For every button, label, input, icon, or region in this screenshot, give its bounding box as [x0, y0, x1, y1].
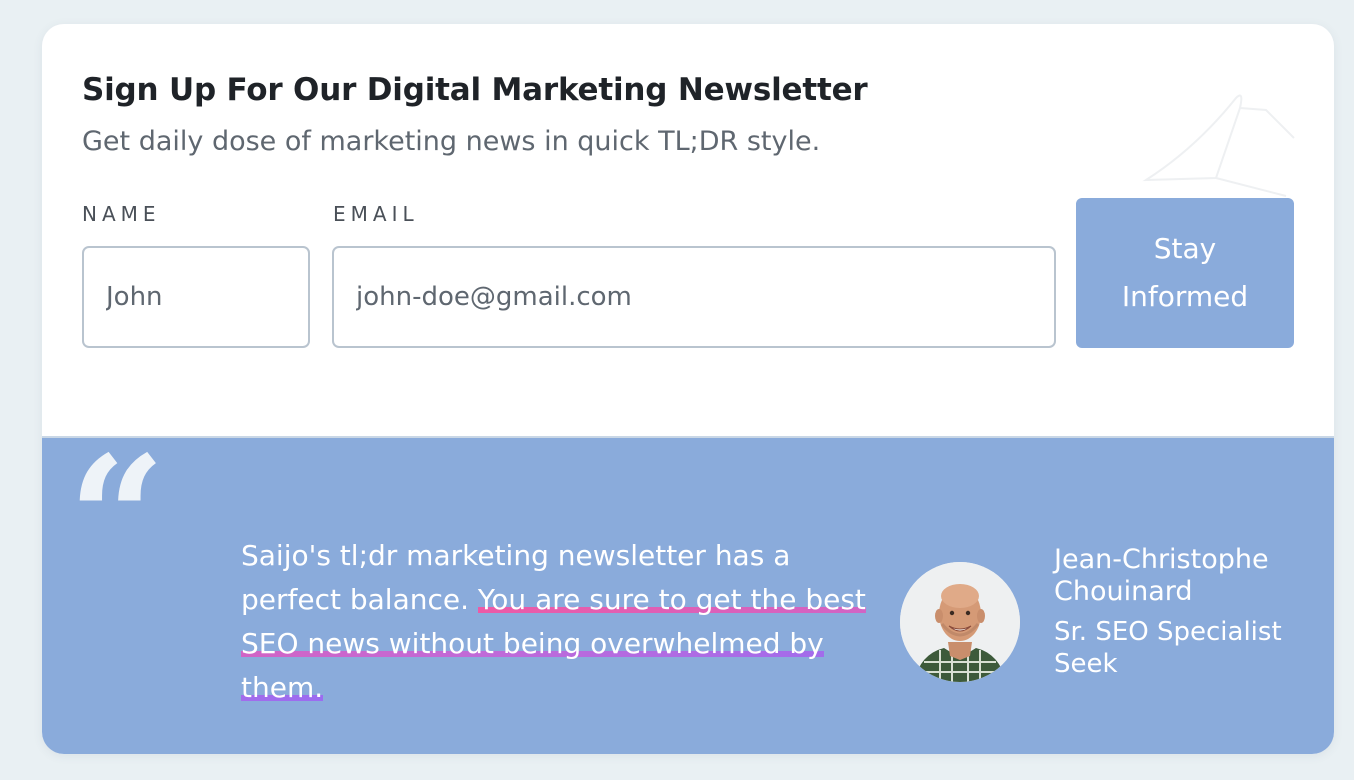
- testimonial-section: “ Saijo's tl;dr marketing newsletter has…: [42, 419, 1334, 754]
- testimonial-quote: Saijo's tl;dr marketing newsletter has a…: [241, 534, 891, 710]
- author-company: Seek: [1054, 649, 1118, 679]
- newsletter-card: Sign Up For Our Digital Marketing Newsle…: [42, 24, 1334, 754]
- name-label: NAME: [82, 202, 161, 226]
- author-name: Jean-Christophe Chouinard: [1054, 544, 1269, 607]
- email-label: EMAIL: [333, 202, 419, 226]
- name-input[interactable]: [82, 246, 310, 348]
- email-input[interactable]: [332, 246, 1056, 348]
- testimonial-author: Jean-Christophe Chouinard Sr. SEO Specia…: [1054, 544, 1324, 680]
- author-role: Sr. SEO Specialist: [1054, 617, 1282, 647]
- stay-informed-button[interactable]: Stay Informed: [1076, 198, 1294, 348]
- paper-plane-icon: [1142, 94, 1295, 197]
- newsletter-subtitle: Get daily dose of marketing news in quic…: [82, 126, 821, 157]
- quote-icon: “: [68, 419, 166, 619]
- person-avatar-icon: [900, 562, 1020, 682]
- newsletter-title: Sign Up For Our Digital Marketing Newsle…: [82, 72, 868, 108]
